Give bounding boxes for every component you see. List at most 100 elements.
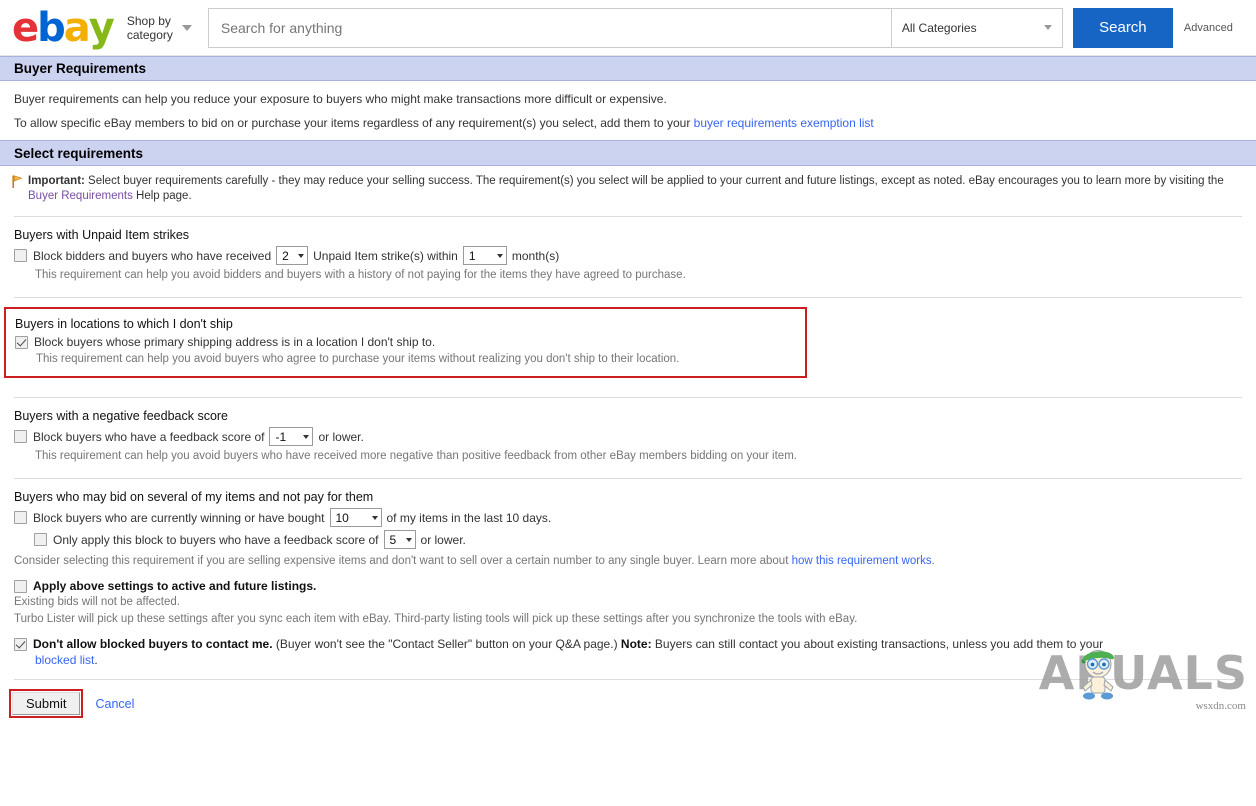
chevron-down-icon: [298, 254, 304, 258]
multiple-bids-feedback-select[interactable]: 5: [384, 530, 416, 549]
logo-letter-a: a: [64, 8, 89, 48]
contact-setting-text-after: Buyers can still contact you about exist…: [652, 637, 1104, 651]
contact-setting-bold-label: Don't allow blocked buyers to contact me…: [33, 637, 273, 651]
category-select[interactable]: All Categories: [891, 8, 1063, 48]
no-ship-locations-checkbox[interactable]: [15, 336, 28, 349]
exemption-list-link[interactable]: buyer requirements exemption list: [694, 116, 874, 130]
requirement-control-row: Block buyers who have a feedback score o…: [14, 427, 1242, 446]
blocked-list-line: blocked list.: [14, 652, 1242, 667]
intro-line-2: To allow specific eBay members to bid on…: [14, 116, 1256, 130]
requirement-title: Buyers who may bid on several of my item…: [14, 490, 1242, 504]
requirement-control-row-primary: Block buyers who are currently winning o…: [14, 508, 1242, 527]
requirement-no-ship-locations-highlight: Buyers in locations to which I don't shi…: [4, 307, 807, 378]
cancel-link[interactable]: Cancel: [95, 697, 134, 711]
negative-feedback-description: This requirement can help you avoid buye…: [14, 449, 1242, 464]
unpaid-strikes-count-select[interactable]: 2: [276, 246, 308, 265]
logo-letter-e: e: [12, 8, 37, 48]
contact-setting-text: Don't allow blocked buyers to contact me…: [33, 636, 1242, 652]
intro-line-1: Buyer requirements can help you reduce y…: [14, 92, 1256, 106]
category-select-value: All Categories: [902, 21, 977, 35]
blocked-list-period: .: [94, 653, 97, 667]
submit-button[interactable]: Submit: [12, 692, 80, 715]
multiple-bids-note-after: .: [932, 555, 935, 567]
negative-feedback-score-value: -1: [275, 431, 286, 443]
search-input[interactable]: [208, 8, 891, 48]
chevron-down-icon: [1044, 25, 1052, 30]
unpaid-strikes-text-after: month(s): [512, 249, 559, 263]
requirement-control-row-secondary: Only apply this block to buyers who have…: [14, 530, 1242, 549]
requirement-control-row: Block bidders and buyers who have receiv…: [14, 246, 1242, 265]
multiple-bids-feedback-checkbox[interactable]: [34, 533, 47, 546]
unpaid-strikes-count-value: 2: [282, 250, 289, 262]
multiple-bids-secondary-text-after: or lower.: [421, 533, 466, 547]
ebay-global-header: ebay Shop by category All Categories Sea…: [0, 0, 1256, 56]
apply-settings-row: Apply above settings to active and futur…: [14, 579, 1242, 593]
multiple-bids-text-after: of my items in the last 10 days.: [387, 511, 552, 525]
requirement-control-row: Block buyers whose primary shipping addr…: [15, 335, 795, 349]
unpaid-strikes-text-middle: Unpaid Item strike(s) within: [313, 249, 458, 263]
buyer-requirements-page: Buyer Requirements Buyer requirements ca…: [0, 56, 1256, 718]
unpaid-strikes-checkbox[interactable]: [14, 249, 27, 262]
intro-section: Buyer requirements can help you reduce y…: [0, 81, 1256, 130]
apply-settings-label: Apply above settings to active and futur…: [33, 579, 316, 593]
negative-feedback-text-before: Block buyers who have a feedback score o…: [33, 430, 264, 444]
contact-setting-text-middle: (Buyer won't see the "Contact Seller" bu…: [273, 637, 621, 651]
shop-by-category-label: Shop by category: [127, 14, 173, 42]
advanced-search-link[interactable]: Advanced: [1184, 22, 1233, 34]
intro-line-2-text: To allow specific eBay members to bid on…: [14, 116, 694, 130]
apply-settings-checkbox[interactable]: [14, 580, 27, 593]
form-actions: Submit Cancel: [0, 680, 1256, 718]
chevron-down-icon: [303, 435, 309, 439]
contact-setting-section: Don't allow blocked buyers to contact me…: [0, 627, 1256, 667]
page-title: Buyer Requirements: [14, 61, 146, 76]
select-requirements-title: Select requirements: [14, 146, 143, 161]
select-requirements-bar: Select requirements: [0, 140, 1256, 166]
requirement-negative-feedback: Buyers with a negative feedback score Bl…: [0, 398, 1256, 464]
buyer-requirements-help-link[interactable]: Buyer Requirements: [28, 190, 133, 202]
unpaid-strikes-months-select[interactable]: 1: [463, 246, 507, 265]
multiple-bids-text-before: Block buyers who are currently winning o…: [33, 511, 325, 525]
requirement-title: Buyers in locations to which I don't shi…: [15, 317, 795, 331]
apply-settings-sub-line-2: Turbo Lister will pick up these settings…: [14, 610, 1242, 627]
chevron-down-icon: [372, 516, 378, 520]
page-title-bar: Buyer Requirements: [0, 56, 1256, 81]
important-text-before: Select buyer requirements carefully - th…: [85, 175, 1224, 187]
multiple-bids-items-select[interactable]: 10: [330, 508, 382, 527]
important-notice-text: Important: Select buyer requirements car…: [28, 174, 1240, 204]
block-contact-checkbox[interactable]: [14, 638, 27, 651]
submit-button-highlight: Submit: [9, 689, 83, 718]
important-text-after: Help page.: [133, 190, 192, 202]
divider: [14, 297, 1242, 298]
negative-feedback-text-after: or lower.: [318, 430, 363, 444]
no-ship-locations-description: This requirement can help you avoid buye…: [15, 352, 795, 367]
logo-letter-y: y: [89, 8, 113, 48]
shop-by-category-button[interactable]: Shop by category: [127, 14, 192, 42]
unpaid-strikes-months-value: 1: [469, 250, 476, 262]
how-this-requirement-works-link[interactable]: how this requirement works: [792, 555, 932, 567]
unpaid-strikes-text-before: Block bidders and buyers who have receiv…: [33, 249, 271, 263]
important-notice: Important: Select buyer requirements car…: [0, 166, 1256, 210]
no-ship-locations-label: Block buyers whose primary shipping addr…: [34, 335, 435, 349]
negative-feedback-score-select[interactable]: -1: [269, 427, 313, 446]
negative-feedback-checkbox[interactable]: [14, 430, 27, 443]
search-bar: All Categories Search: [208, 8, 1173, 48]
search-button[interactable]: Search: [1073, 8, 1173, 48]
requirement-multiple-bids: Buyers who may bid on several of my item…: [0, 479, 1256, 569]
multiple-bids-checkbox[interactable]: [14, 511, 27, 524]
logo-letter-b: b: [37, 8, 64, 48]
contact-setting-note-label: Note:: [621, 637, 652, 651]
apply-settings-section: Apply above settings to active and futur…: [0, 569, 1256, 627]
multiple-bids-note-before: Consider selecting this requirement if y…: [14, 555, 792, 567]
requirement-title: Buyers with Unpaid Item strikes: [14, 228, 1242, 242]
apply-settings-sub-line-1: Existing bids will not be affected.: [14, 593, 1242, 610]
important-label: Important:: [28, 175, 85, 187]
multiple-bids-note: Consider selecting this requirement if y…: [14, 552, 1242, 569]
blocked-list-link[interactable]: blocked list: [35, 653, 94, 667]
requirement-unpaid-strikes: Buyers with Unpaid Item strikes Block bi…: [0, 217, 1256, 283]
multiple-bids-secondary-text-before: Only apply this block to buyers who have…: [53, 533, 379, 547]
ebay-logo[interactable]: ebay: [8, 8, 113, 48]
unpaid-strikes-description: This requirement can help you avoid bidd…: [14, 268, 1242, 283]
multiple-bids-items-value: 10: [336, 512, 349, 524]
chevron-down-icon: [182, 25, 192, 31]
chevron-down-icon: [497, 254, 503, 258]
